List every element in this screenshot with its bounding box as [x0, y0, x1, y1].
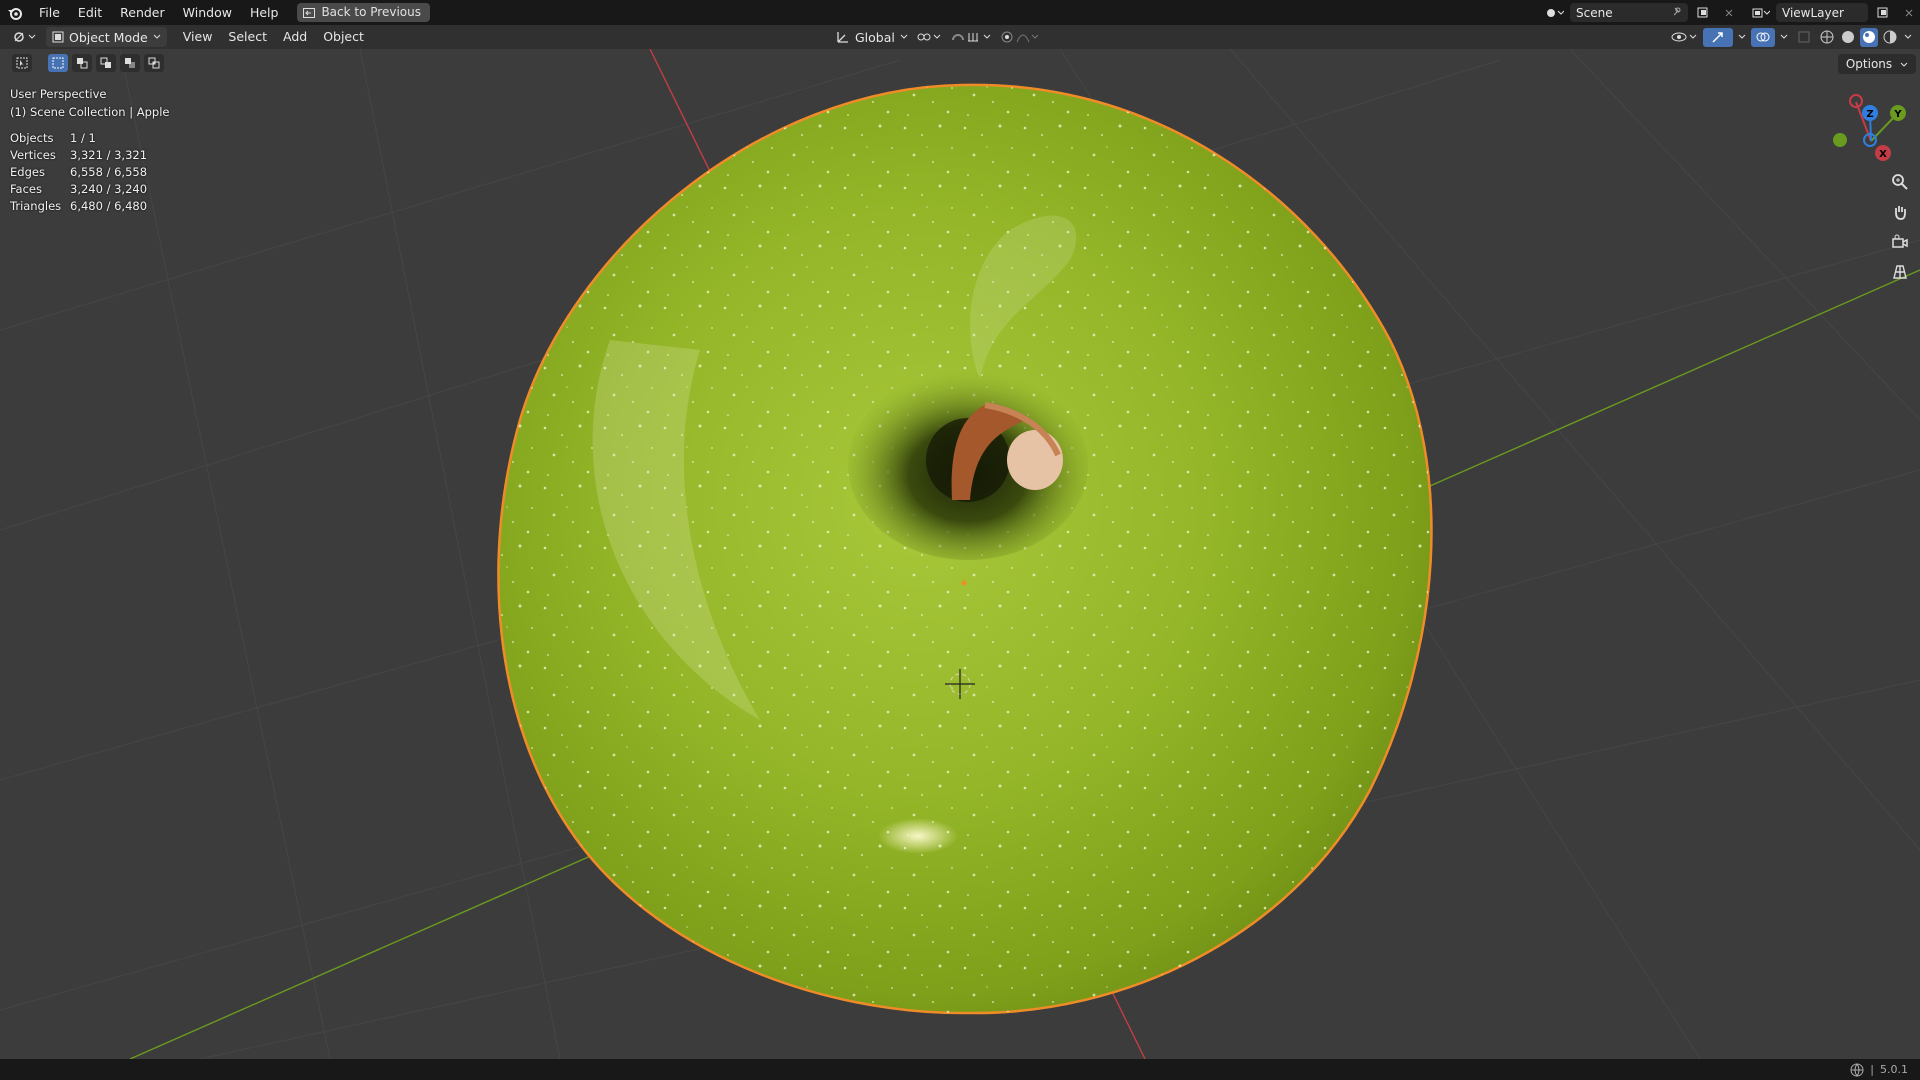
view-layer-field[interactable]: ViewLayer	[1776, 3, 1868, 22]
scene-name: Scene	[1576, 5, 1613, 20]
navigation-gizmo: Z Y X	[1833, 94, 1906, 161]
select-tool-icon[interactable]	[12, 54, 32, 72]
version-label: 5.0.1	[1880, 1063, 1908, 1076]
solid-shading-icon[interactable]	[1839, 28, 1857, 47]
menu-select[interactable]: Select	[220, 25, 275, 49]
stat-value: 3,240 / 3,240	[70, 182, 148, 196]
viewport-display-tools	[1670, 25, 1920, 49]
menu-add[interactable]: Add	[275, 25, 315, 49]
status-separator: |	[1870, 1063, 1874, 1076]
overlays-dropdown-icon[interactable]	[1778, 28, 1790, 47]
stat-label: Vertices	[10, 148, 56, 162]
stat-label: Triangles	[10, 199, 62, 213]
wireframe-shading-icon[interactable]	[1818, 28, 1836, 47]
orientation-icon	[837, 32, 848, 43]
gizmo-toggle-icon[interactable]	[1703, 27, 1733, 47]
stat-value: 6,480 / 6,480	[70, 199, 148, 213]
collection-info-label: (1) Scene Collection | Apple	[10, 105, 170, 119]
menu-render[interactable]: Render	[111, 0, 174, 25]
zoom-icon[interactable]	[1888, 170, 1912, 194]
new-view-layer-icon[interactable]	[1872, 3, 1894, 22]
pin-icon[interactable]	[1672, 6, 1682, 20]
mode-dropdown[interactable]: Object Mode	[46, 27, 167, 47]
new-scene-icon[interactable]	[1692, 3, 1714, 22]
transform-orientation-dropdown[interactable]: Global	[836, 30, 908, 45]
mode-label: Object Mode	[69, 29, 148, 45]
viewport-info: User Perspective (1) Scene Collection | …	[10, 85, 169, 121]
viewport-scene: Z Y X	[0, 49, 1920, 1059]
stat-label: Edges	[10, 165, 45, 179]
apple-object	[497, 83, 1433, 1015]
scene-name-field[interactable]: Scene	[1570, 3, 1688, 22]
pivot-point-icon[interactable]	[914, 28, 944, 47]
overlays-toggle-icon[interactable]	[1751, 27, 1775, 47]
top-bar: File Edit Render Window Help Back to Pre…	[0, 0, 1920, 25]
tool-settings	[12, 54, 164, 72]
stat-row: Faces 3,240 / 3,240	[10, 181, 147, 198]
xray-toggle-icon[interactable]	[1793, 28, 1815, 47]
3d-viewport[interactable]: Z Y X	[0, 49, 1920, 1059]
stat-value: 6,558 / 6,558	[70, 165, 148, 179]
menu-view[interactable]: View	[175, 25, 221, 49]
gizmo-y-label: Y	[1893, 109, 1902, 120]
select-extend-icon[interactable]	[72, 54, 92, 72]
top-right-controls: Scene ViewLayer	[1544, 0, 1920, 25]
stat-row: Edges 6,558 / 6,558	[10, 164, 147, 181]
stat-value: 1 / 1	[70, 131, 96, 145]
view-layer-name: ViewLayer	[1782, 5, 1844, 20]
visibility-icon[interactable]	[1670, 28, 1700, 47]
menu-object[interactable]: Object	[315, 25, 372, 49]
select-subtract-icon[interactable]	[96, 54, 116, 72]
select-intersect-icon[interactable]	[144, 54, 164, 72]
select-invert-icon[interactable]	[120, 54, 140, 72]
object-mode-icon	[52, 31, 64, 43]
camera-view-icon[interactable]	[1888, 230, 1912, 254]
menu-help[interactable]: Help	[241, 0, 288, 25]
rendered-shading-icon[interactable]	[1881, 28, 1899, 47]
viewport-header: Object Mode View Select Add Object Globa…	[0, 25, 1920, 49]
chevron-down-icon	[1900, 62, 1908, 67]
pan-hand-icon[interactable]	[1888, 200, 1912, 224]
stat-label: Faces	[10, 182, 42, 196]
scene-statistics: Objects 1 / 1 Vertices 3,321 / 3,321 Edges…	[10, 130, 147, 215]
back-to-previous-button[interactable]: Back to Previous	[297, 3, 430, 22]
chevron-down-icon	[153, 34, 161, 39]
blender-logo-icon[interactable]	[0, 0, 30, 25]
editor-type-icon[interactable]	[10, 28, 40, 47]
gizmo-z-label: Z	[1866, 109, 1873, 120]
scene-browse-icon[interactable]	[1544, 3, 1566, 22]
snap-icon[interactable]	[950, 28, 994, 47]
network-icon	[1850, 1063, 1864, 1077]
transform-orientation-label: Global	[855, 29, 895, 45]
menu-edit[interactable]: Edit	[69, 0, 111, 25]
material-preview-shading-icon[interactable]	[1860, 27, 1878, 47]
stat-row: Triangles 6,480 / 6,480	[10, 198, 147, 215]
shading-dropdown-icon[interactable]	[1902, 28, 1914, 47]
view-layer-browse-icon[interactable]	[1750, 3, 1772, 22]
gizmo-x-label: X	[1879, 149, 1887, 160]
stat-value: 3,321 / 3,321	[70, 148, 148, 162]
orthographic-toggle-icon[interactable]	[1888, 260, 1912, 284]
status-bar: | 5.0.1	[0, 1059, 1920, 1080]
proportional-editing-icon[interactable]	[1000, 28, 1040, 47]
gizmo-dropdown-icon[interactable]	[1736, 28, 1748, 47]
stat-label: Objects	[10, 131, 54, 145]
stat-row: Vertices 3,321 / 3,321	[10, 147, 147, 164]
options-dropdown[interactable]: Options	[1837, 54, 1916, 74]
remove-scene-icon[interactable]	[1718, 3, 1740, 22]
remove-view-layer-icon[interactable]	[1898, 3, 1920, 22]
menu-file[interactable]: File	[30, 0, 69, 25]
menu-window[interactable]: Window	[174, 0, 241, 25]
stat-row: Objects 1 / 1	[10, 130, 147, 147]
back-to-previous-label: Back to Previous	[321, 5, 421, 19]
options-label: Options	[1845, 57, 1893, 71]
select-new-icon[interactable]	[48, 54, 68, 72]
back-icon	[303, 7, 316, 18]
transform-tools: Global	[836, 25, 1040, 49]
perspective-label: User Perspective	[10, 87, 107, 101]
chevron-down-icon	[900, 34, 908, 39]
